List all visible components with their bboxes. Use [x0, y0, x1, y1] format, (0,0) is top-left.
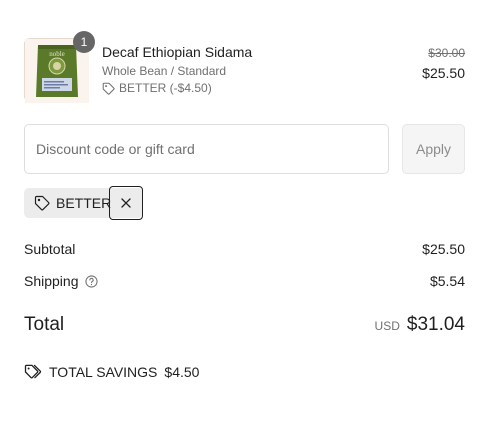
product-discount-label: BETTER (-$4.50)	[119, 81, 212, 95]
subtotal-row: Subtotal $25.50	[24, 241, 465, 257]
remove-discount-button[interactable]	[109, 186, 143, 220]
discount-form: Apply	[24, 124, 465, 174]
shipping-row: Shipping $5.54	[24, 273, 465, 289]
shipping-value: $5.54	[429, 273, 465, 289]
apply-button[interactable]: Apply	[402, 124, 465, 174]
subtotal-label: Subtotal	[24, 241, 76, 257]
currency-code: USD	[374, 319, 400, 333]
savings-label: TOTAL SAVINGS	[49, 364, 158, 380]
total-value: $31.04	[406, 314, 465, 335]
tags-icon	[24, 364, 42, 379]
line-item: noble 1 Decaf Ethiopian Sidama Whole Bea…	[24, 31, 465, 103]
total-row: Total USD $31.04	[24, 314, 465, 336]
close-icon	[121, 198, 131, 208]
total-label: Total	[24, 314, 65, 335]
tag-icon	[34, 195, 50, 211]
help-circle-icon[interactable]	[84, 274, 98, 288]
product-variant: Whole Bean / Standard	[102, 64, 227, 78]
product-discount: BETTER (-$4.50)	[102, 81, 212, 95]
shipping-label: Shipping	[24, 273, 79, 289]
subtotal-value: $25.50	[422, 241, 465, 257]
original-price: $30.00	[428, 46, 465, 60]
total-savings: TOTAL SAVINGS $4.50	[24, 364, 199, 380]
quantity-badge: 1	[73, 31, 95, 53]
product-name: Decaf Ethiopian Sidama	[102, 44, 253, 60]
product-thumbnail: noble 1	[24, 31, 95, 103]
tag-icon	[102, 82, 115, 95]
discount-code-input[interactable]	[24, 124, 389, 174]
svg-text:noble: noble	[49, 50, 65, 58]
applied-discount-code: BETTER	[56, 195, 112, 211]
savings-value: $4.50	[164, 364, 200, 380]
product-price: $25.50	[422, 65, 465, 81]
